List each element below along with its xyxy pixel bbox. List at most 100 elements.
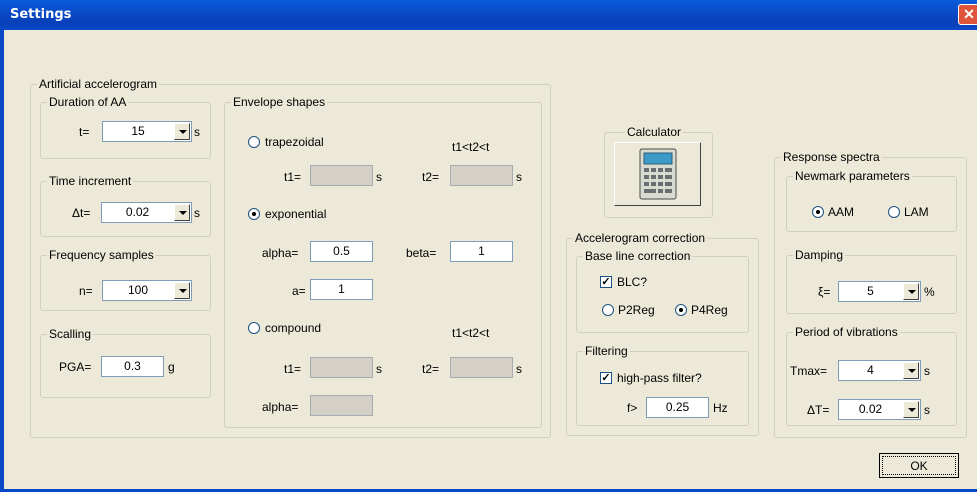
trap-t2-unit: s [516,170,522,184]
alpha-input[interactable]: 0.5 [310,241,373,262]
damping-combo[interactable]: 5 [838,281,921,302]
frequency-value: 100 [127,283,149,297]
p2reg-label[interactable]: P2Reg [618,303,655,317]
frequency-combo[interactable]: 100 [102,280,192,301]
trapezoidal-radio[interactable] [248,136,260,148]
time-increment-label: Δt= [72,206,91,220]
calculator-button[interactable] [614,142,701,206]
trap-t1-input[interactable] [310,165,373,186]
chevron-down-icon[interactable] [903,362,919,379]
ok-button[interactable]: OK [879,453,959,478]
beta-label: beta= [406,246,437,260]
trap-t1-unit: s [376,170,382,184]
trap-t1-label: t1= [284,170,302,184]
frequency-title: Frequency samples [47,248,156,262]
filtering-title: Filtering [583,344,630,358]
baseline-title: Base line correction [583,249,693,263]
comp-alpha-input[interactable] [310,395,373,416]
trapezoidal-constraint: t1<t2<t [452,140,490,154]
damping-value: 5 [867,284,874,298]
comp-t2-input[interactable] [450,357,513,378]
period-step-unit: s [924,403,930,417]
comp-t1-label: t1= [284,362,302,376]
frequency-cutoff-label: f> [627,401,638,415]
correction-title: Accelerogram correction [573,231,708,245]
exponential-radio[interactable] [248,208,260,220]
title-bar[interactable]: Settings ✕ [0,0,977,30]
frequency-cutoff-input[interactable]: 0.25 [646,397,709,418]
period-step-label: ΔT= [807,403,830,417]
newmark-title: Newmark parameters [793,169,912,183]
lam-label[interactable]: LAM [904,205,929,219]
time-increment-combo[interactable]: 0.02 [101,202,192,223]
a-label: a= [292,284,306,298]
damping-unit: % [924,285,935,299]
comp-t2-label: t2= [422,362,440,376]
a-input[interactable]: 1 [310,279,373,300]
chevron-down-icon[interactable] [174,282,190,299]
damping-title: Damping [793,248,846,262]
period-step-combo[interactable]: 0.02 [838,399,921,420]
alpha-label: alpha= [262,246,299,260]
damping-label: ξ= [818,285,831,299]
ok-label: OK [882,456,956,475]
window-title: Settings [10,7,72,22]
exponential-label[interactable]: exponential [265,207,326,221]
trapezoidal-label[interactable]: trapezoidal [265,135,324,149]
calculator-icon [639,148,677,200]
close-button[interactable]: ✕ [958,4,977,25]
duration-label: t= [79,125,90,139]
duration-value: 15 [131,124,145,138]
settings-window: Settings ✕ Artificial accelerogram Durat… [0,0,977,492]
trap-t2-input[interactable] [450,165,513,186]
comp-t2-unit: s [516,362,522,376]
period-step-value: 0.02 [858,402,883,416]
chevron-down-icon[interactable] [174,123,190,140]
artificial-accelerogram-title: Artificial accelerogram [37,77,160,91]
chevron-down-icon[interactable] [903,283,919,300]
envelope-title: Envelope shapes [231,95,328,109]
frequency-cutoff-unit: Hz [713,401,728,415]
duration-combo[interactable]: 15 [102,121,192,142]
blc-label[interactable]: BLC? [617,275,647,289]
scaling-title: Scalling [47,327,94,341]
window-border-left [0,30,4,492]
envelope-group: Envelope shapes [224,95,542,428]
p2reg-radio[interactable] [602,304,614,316]
highpass-checkbox[interactable]: ✓ [600,372,612,384]
time-increment-title: Time increment [47,174,134,188]
tmax-value: 4 [867,363,874,377]
period-title: Period of vibrations [793,325,900,339]
response-spectra-title: Response spectra [781,150,882,164]
compound-radio[interactable] [248,322,260,334]
pga-unit: g [168,360,175,374]
chevron-down-icon[interactable] [903,401,919,418]
trap-t2-label: t2= [422,170,440,184]
tmax-unit: s [924,364,930,378]
pga-label: PGA= [59,360,92,374]
beta-input[interactable]: 1 [450,241,513,262]
time-increment-unit: s [194,206,200,220]
pga-input[interactable]: 0.3 [101,356,164,377]
compound-constraint: t1<t2<t [452,326,490,340]
tmax-combo[interactable]: 4 [838,360,921,381]
highpass-label[interactable]: high-pass filter? [617,371,702,385]
lam-radio[interactable] [888,206,900,218]
comp-alpha-label: alpha= [262,400,299,414]
aam-radio[interactable] [812,206,824,218]
chevron-down-icon[interactable] [174,204,190,221]
comp-t1-unit: s [376,362,382,376]
p4reg-label[interactable]: P4Reg [691,303,728,317]
p4reg-radio[interactable] [675,304,687,316]
newmark-group: Newmark parameters [786,169,957,232]
aam-label[interactable]: AAM [828,205,854,219]
comp-t1-input[interactable] [310,357,373,378]
duration-title: Duration of AA [47,95,129,109]
calculator-title: Calculator [625,125,684,139]
compound-label[interactable]: compound [265,321,321,335]
tmax-label: Tmax= [790,364,828,378]
baseline-group: Base line correction [576,249,749,333]
blc-checkbox[interactable]: ✓ [600,276,612,288]
duration-unit: s [194,125,200,139]
time-increment-value: 0.02 [125,205,150,219]
